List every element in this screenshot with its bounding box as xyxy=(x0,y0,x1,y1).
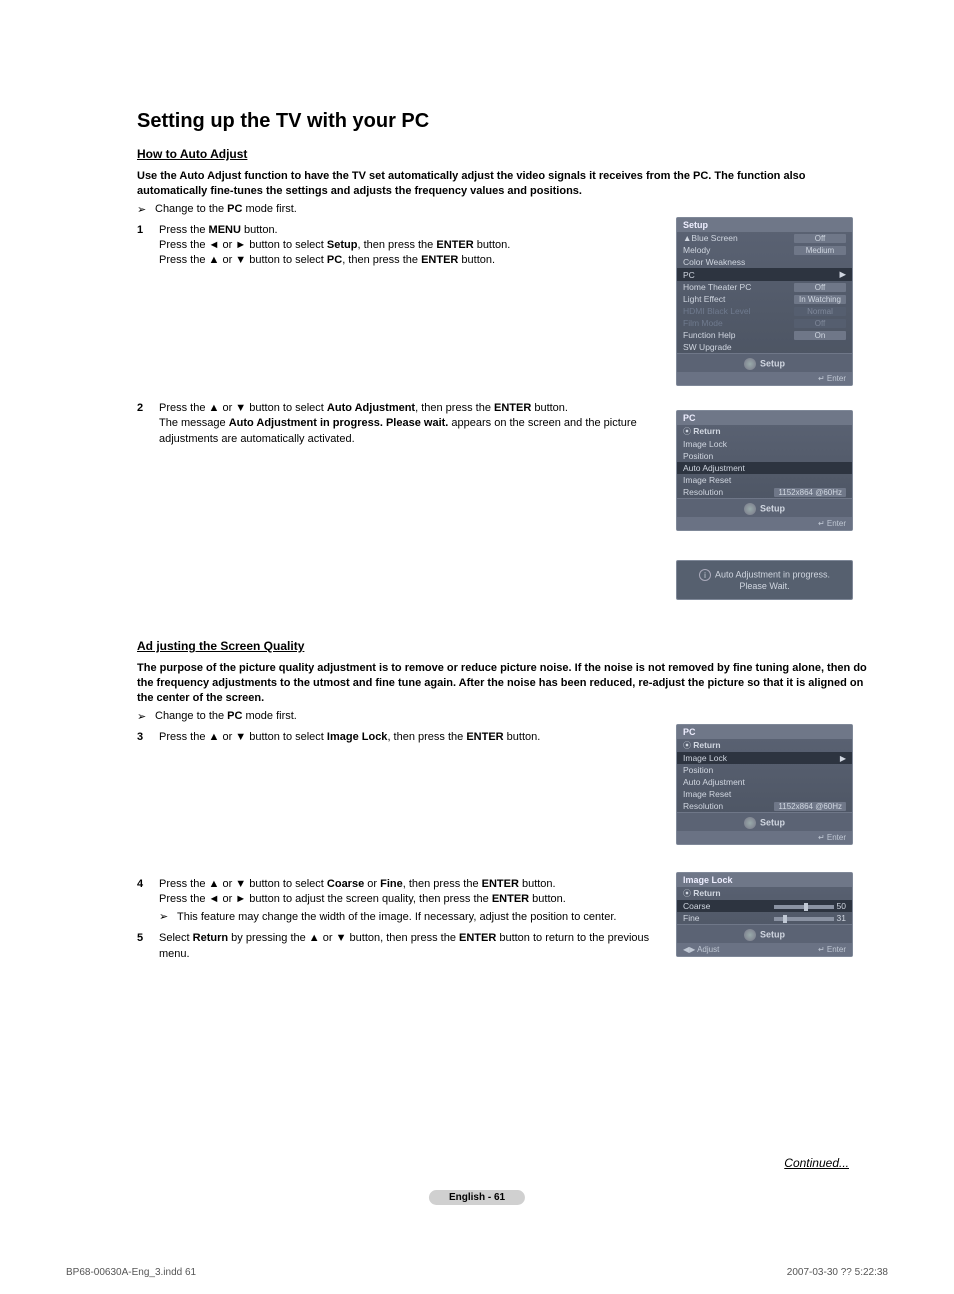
osd-footer: Setup xyxy=(677,924,852,943)
osd-row: Image Reset xyxy=(677,788,852,800)
osd-row-coarse: Coarse 50 xyxy=(677,900,852,912)
page-number-badge: English - 61 xyxy=(429,1190,525,1205)
osd-footer: Setup xyxy=(677,498,852,517)
step-body: Select Return by pressing the ▲ or ▼ but… xyxy=(159,931,674,962)
continued-label: Continued... xyxy=(784,1156,849,1170)
osd-title: PC xyxy=(677,725,852,739)
info-text: Auto Adjustment in progress. Please Wait… xyxy=(715,569,830,591)
step-4-subnote: This feature may change the width of the… xyxy=(159,910,674,925)
osd-row: SW Upgrade xyxy=(677,341,852,353)
step-number: 1 xyxy=(137,223,159,269)
step-number: 2 xyxy=(137,401,159,447)
osd-pc-menu-2: PC Return Image Lock Position Auto Adjus… xyxy=(676,724,853,845)
intro-quality: The purpose of the picture quality adjus… xyxy=(137,661,867,706)
osd-title: PC xyxy=(677,411,852,425)
osd-row: Resolution1152x864 @60Hz xyxy=(677,800,852,812)
osd-title: Image Lock xyxy=(677,873,852,887)
osd-row: ▲Blue ScreenOff xyxy=(677,232,852,244)
osd-footer: Setup xyxy=(677,812,852,831)
osd-return-row: Return xyxy=(677,887,852,900)
footer-filename: BP68-00630A-Eng_3.indd 61 xyxy=(66,1267,196,1278)
footer-meta: BP68-00630A-Eng_3.indd 61 2007-03-30 ?? … xyxy=(66,1267,888,1278)
section-heading-quality: Ad justing the Screen Quality xyxy=(137,639,867,653)
note-pcmode-2: Change to the PC mode first. xyxy=(137,710,867,722)
osd-info-autoadjust: i Auto Adjustment in progress. Please Wai… xyxy=(676,560,853,600)
osd-row-dim: HDMI Black LevelNormal xyxy=(677,305,852,317)
osd-row-selected: Auto Adjustment xyxy=(677,462,852,474)
osd-enter-hint: ↵ Enter xyxy=(677,372,852,385)
step-body: Press the MENU button. Press the ◄ or ► … xyxy=(159,223,674,269)
slider-fine xyxy=(774,917,834,921)
section-heading-autoadjust: How to Auto Adjust xyxy=(137,147,867,161)
osd-row: Home Theater PCOff xyxy=(677,281,852,293)
step-body: Press the ▲ or ▼ button to select Coarse… xyxy=(159,877,674,925)
osd-footer: Setup xyxy=(677,353,852,372)
osd-row-fine: Fine 31 xyxy=(677,912,852,924)
osd-row: MelodyMedium xyxy=(677,244,852,256)
gear-icon xyxy=(744,358,756,370)
osd-row: Resolution1152x864 @60Hz xyxy=(677,486,852,498)
osd-enter-hint: ↵ Enter xyxy=(677,831,852,844)
step-body: Press the ▲ or ▼ button to select Image … xyxy=(159,730,674,745)
osd-return-row: Return xyxy=(677,739,852,752)
osd-image-lock: Image Lock Return Coarse 50 Fine 31 Setu… xyxy=(676,872,853,957)
step-number: 3 xyxy=(137,730,159,745)
osd-row: Position xyxy=(677,764,852,776)
osd-setup-menu: Setup ▲Blue ScreenOff MelodyMedium Color… xyxy=(676,217,853,386)
osd-row-dim: Film ModeOff xyxy=(677,317,852,329)
gear-icon xyxy=(744,817,756,829)
step-body: Press the ▲ or ▼ button to select Auto A… xyxy=(159,401,674,447)
footer-timestamp: 2007-03-30 ?? 5:22:38 xyxy=(787,1267,888,1278)
gear-icon xyxy=(744,503,756,515)
osd-pc-menu-1: PC Return Image Lock Position Auto Adjus… xyxy=(676,410,853,531)
osd-row: Light EffectIn Watching xyxy=(677,293,852,305)
osd-row: Auto Adjustment xyxy=(677,776,852,788)
osd-title: Setup xyxy=(677,218,852,232)
step-number: 5 xyxy=(137,931,159,962)
osd-row-selected: Image Lock xyxy=(677,752,852,764)
osd-return-row: Return xyxy=(677,425,852,438)
osd-row: Color Weakness xyxy=(677,256,852,268)
info-icon: i xyxy=(699,569,711,581)
slider-coarse xyxy=(774,905,834,909)
step-number: 4 xyxy=(137,877,159,925)
osd-row: Function HelpOn xyxy=(677,329,852,341)
note-pcmode-1: Change to the PC mode first. xyxy=(137,203,867,215)
osd-adjust-hint: ◀▶ Adjust ↵ Enter xyxy=(677,943,852,956)
osd-row: Image Reset xyxy=(677,474,852,486)
gear-icon xyxy=(744,929,756,941)
intro-autoadjust: Use the Auto Adjust function to have the… xyxy=(137,169,867,199)
osd-row-selected: PC▶ xyxy=(677,268,852,281)
page-title: Setting up the TV with your PC xyxy=(137,110,867,133)
osd-enter-hint: ↵ Enter xyxy=(677,517,852,530)
osd-row: Image Lock xyxy=(677,438,852,450)
osd-row: Position xyxy=(677,450,852,462)
